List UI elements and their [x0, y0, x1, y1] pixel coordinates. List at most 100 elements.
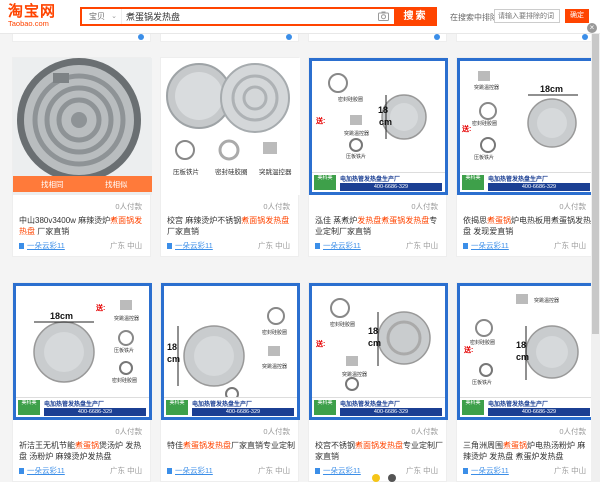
product-card[interactable]: 18cm 送: 突跳温控器 密封硅胶圈 压板铁片 美科美 电加热管发热盘生产厂 …	[456, 57, 596, 257]
title-text: 校宫不锈钢	[315, 441, 355, 450]
shop-name: 一朵云彩11	[175, 466, 213, 475]
product-card[interactable]: 找相同 找相似 0人付款 中山380v3400w 麻辣烫炉煮面锅发热盘 厂家直销…	[12, 57, 152, 257]
brand-logo: 美科美	[462, 400, 484, 415]
svg-text:压板铁片: 压板铁片	[474, 154, 494, 161]
sales-count: 0人付款	[559, 427, 586, 436]
svg-text:突跳温控器: 突跳温控器	[114, 315, 139, 322]
product-image[interactable]: 18 cm 送: 突跳温控器 密封硅胶圈 压板铁片 美科美 电加热管发热盘生产厂…	[457, 283, 596, 420]
shop-link[interactable]: 一朵云彩11	[19, 240, 65, 251]
shop-link[interactable]: 一朵云彩11	[315, 465, 361, 476]
search-input[interactable]	[126, 9, 376, 24]
svg-text:cm: cm	[516, 352, 529, 362]
shop-name: 一朵云彩11	[471, 241, 509, 250]
banner-phone: 400-6686-329	[488, 183, 590, 191]
shop-link[interactable]: 一朵云彩11	[463, 465, 509, 476]
product-card[interactable]: 18cm 送: 突跳温控器 压板铁片 密封硅胶圈 美科美 电加热管发热盘生产厂 …	[12, 282, 152, 482]
svg-text:送:: 送:	[315, 116, 325, 125]
banner-title: 电加热管发热盘生产厂	[192, 402, 253, 408]
shop-icon	[315, 243, 320, 250]
product-card-stub	[160, 34, 299, 42]
sales-count: 0人付款	[115, 427, 142, 436]
product-image[interactable]: 18 cm 送: 密封硅胶圈 突跳温控器 美科美 电加热管发热盘生产厂 400-…	[309, 283, 448, 420]
camera-icon[interactable]	[378, 11, 389, 21]
product-card[interactable]: 18 cm 送: 密封硅胶圈 突跳温控器 压板铁片 美科美 电加热管发热盘生产厂…	[308, 57, 448, 257]
shop-icon	[19, 243, 24, 250]
sales-count: 0人付款	[263, 427, 290, 436]
shop-link[interactable]: 一朵云彩11	[315, 240, 361, 251]
title-highlight: 煮蛋锅	[487, 216, 511, 225]
shop-icon	[463, 468, 468, 475]
title-text: 泓佳 蒸煮炉	[315, 216, 358, 225]
logo-text: 淘宝网	[8, 3, 57, 20]
find-similar-button[interactable]: 找相似	[105, 179, 128, 190]
find-same-button[interactable]: 找相同	[41, 179, 64, 190]
banner-title: 电加热管发热盘生产厂	[340, 177, 401, 183]
svg-text:18: 18	[516, 340, 526, 350]
svg-text:cm: cm	[368, 338, 381, 348]
svg-text:18cm: 18cm	[50, 311, 73, 321]
scrollbar-thumb[interactable]	[592, 34, 599, 334]
svg-text:压板铁片: 压板铁片	[173, 167, 199, 176]
scrollbar[interactable]	[591, 34, 600, 482]
svg-text:密封硅胶圈: 密封硅胶圈	[470, 339, 495, 346]
banner-phone: 400-6686-329	[340, 408, 442, 416]
sales-count: 0人付款	[411, 202, 438, 211]
product-image[interactable]: 压板铁片 密封硅胶圈 突跳温控器	[161, 58, 300, 195]
svg-text:密封硅胶圈: 密封硅胶圈	[215, 167, 248, 176]
product-image[interactable]: 18 cm 送: 密封硅胶圈 突跳温控器 压板铁片 美科美 电加热管发热盘生产厂…	[309, 58, 448, 195]
search-button[interactable]: 搜索	[394, 7, 437, 26]
banner-phone: 400-6686-329	[192, 408, 294, 416]
banner-phone: 400-6686-329	[340, 183, 442, 191]
product-image[interactable]: 18 cm 密封硅胶圈 突跳温控器 美科美 电加热管发热盘生产厂 400-668…	[161, 283, 300, 420]
location: 广东 中山	[406, 241, 439, 250]
wangwang-icon[interactable]	[582, 34, 588, 40]
shop-link[interactable]: 一朵云彩11	[19, 465, 65, 476]
floating-indicator	[388, 474, 396, 482]
search-type-select[interactable]: 宝贝 ⌄	[82, 9, 122, 24]
product-image[interactable]: 找相同 找相似	[13, 58, 152, 195]
location: 广东 中山	[406, 466, 439, 475]
shop-name: 一朵云彩11	[175, 241, 213, 250]
svg-text:18: 18	[368, 326, 378, 336]
sales-count: 0人付款	[263, 202, 290, 211]
location: 广东 中山	[554, 241, 587, 250]
brand-banner: 美科美 电加热管发热盘生产厂 400-6686-329	[312, 172, 445, 192]
exclude-confirm-button[interactable]: 确定	[565, 9, 589, 23]
title-text: 校宫 麻辣烫炉不锈钢	[167, 216, 242, 225]
title-highlight: 煮面锅发热盘	[241, 216, 290, 225]
title-highlight: 煮蛋锅	[503, 441, 527, 450]
wangwang-icon[interactable]	[286, 34, 292, 40]
search-bar: 宝贝 ⌄ 搜索	[80, 7, 437, 26]
shop-icon	[167, 468, 172, 475]
svg-text:突跳温控器: 突跳温控器	[259, 167, 292, 176]
exclude-label: 在搜索中排除	[450, 13, 498, 22]
svg-text:18: 18	[167, 342, 177, 352]
svg-text:18cm: 18cm	[540, 84, 563, 94]
shop-link[interactable]: 一朵云彩11	[167, 465, 213, 476]
wangwang-icon[interactable]	[138, 34, 144, 40]
svg-text:18: 18	[378, 105, 388, 115]
sales-count: 0人付款	[115, 202, 142, 211]
product-card[interactable]: 18 cm 送: 突跳温控器 密封硅胶圈 压板铁片 美科美 电加热管发热盘生产厂…	[456, 282, 596, 482]
title-text: 厂家直销	[167, 227, 199, 236]
close-icon[interactable]: ×	[587, 23, 597, 33]
banner-title: 电加热管发热盘生产厂	[340, 402, 401, 408]
svg-text:压板铁片: 压板铁片	[114, 347, 134, 354]
shop-link[interactable]: 一朵云彩11	[463, 240, 509, 251]
product-card[interactable]: 18 cm 密封硅胶圈 突跳温控器 美科美 电加热管发热盘生产厂 400-668…	[160, 282, 300, 482]
banner-phone: 400-6686-329	[488, 408, 590, 416]
title-highlight: 煮面锅发热盘	[355, 441, 403, 450]
svg-text:突跳温控器: 突跳温控器	[262, 363, 287, 370]
title-text: 厂家直销	[35, 227, 70, 236]
product-image[interactable]: 18cm 送: 突跳温控器 压板铁片 密封硅胶圈 美科美 电加热管发热盘生产厂 …	[13, 283, 152, 420]
shop-link[interactable]: 一朵云彩11	[167, 240, 213, 251]
product-card[interactable]: 压板铁片 密封硅胶圈 突跳温控器 0人付款 校宫 麻辣烫炉不锈钢煮面锅发热盘厂家…	[160, 57, 300, 257]
product-card[interactable]: 18 cm 送: 密封硅胶圈 突跳温控器 美科美 电加热管发热盘生产厂 400-…	[308, 282, 448, 482]
svg-text:送:: 送:	[463, 345, 473, 354]
product-image[interactable]: 18cm 送: 突跳温控器 密封硅胶圈 压板铁片 美科美 电加热管发热盘生产厂 …	[457, 58, 596, 195]
shop-name: 一朵云彩11	[471, 466, 509, 475]
taobao-logo[interactable]: 淘宝网 Taobao.com	[8, 4, 68, 30]
exclude-input[interactable]	[494, 9, 560, 23]
wangwang-icon[interactable]	[434, 34, 440, 40]
brand-banner: 美科美 电加热管发热盘生产厂 400-6686-329	[312, 397, 445, 417]
